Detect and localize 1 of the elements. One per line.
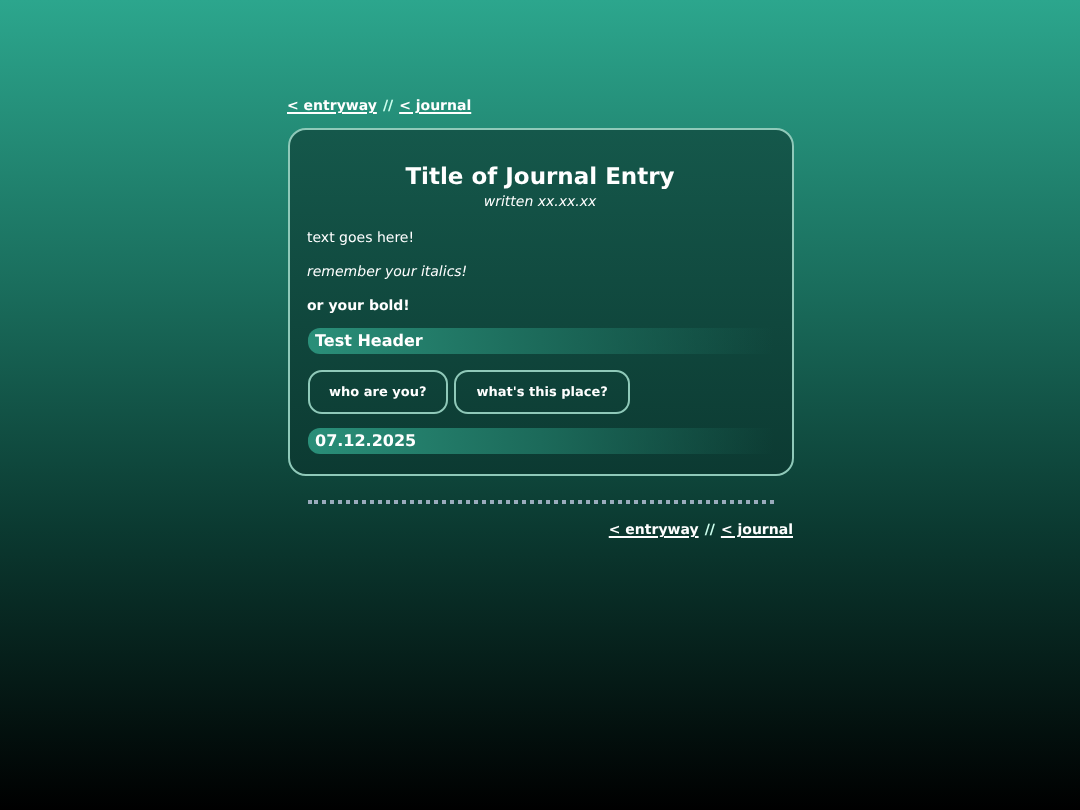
entry-title: Title of Journal Entry bbox=[403, 162, 677, 190]
